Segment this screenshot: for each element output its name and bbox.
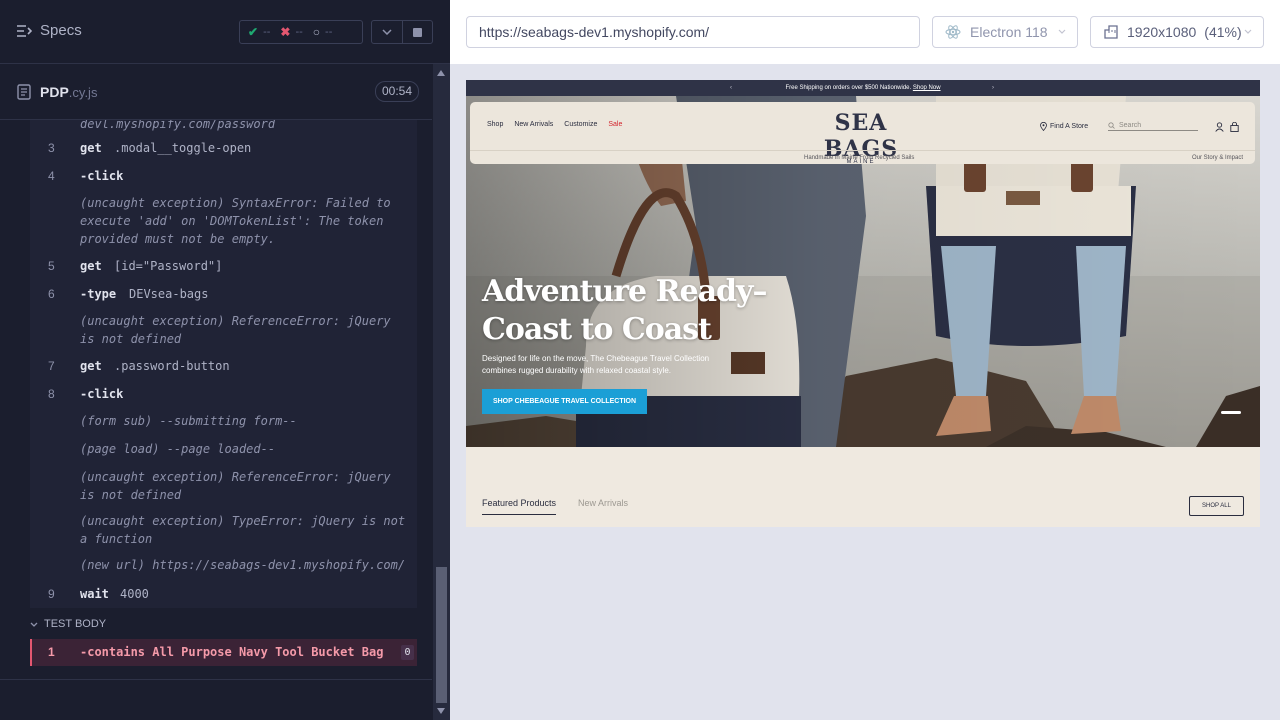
main-nav: Shop New Arrivals Customize Sale — [487, 121, 622, 128]
aut-header: https://seabags-dev1.myshopify.com/ Elec… — [450, 0, 1280, 64]
specs-button[interactable]: Specs — [16, 22, 82, 39]
nav-new-arrivals[interactable]: New Arrivals — [514, 121, 553, 128]
failed-command-row[interactable]: 1 -contains All Purpose Navy Tool Bucket… — [30, 639, 417, 666]
specs-label: Specs — [40, 22, 82, 39]
command-log: devl.myshopify.com/password 3 get .modal… — [30, 120, 417, 608]
shop-all-button[interactable]: SHOP ALL — [1189, 496, 1244, 516]
spec-file-name[interactable]: PDP.cy.js — [40, 84, 97, 100]
passed-stat: ✔ -- — [248, 25, 271, 39]
shop-collection-button[interactable]: SHOP CHEBEAGUE TRAVEL COLLECTION — [482, 389, 647, 414]
chevron-down-icon — [1058, 29, 1066, 34]
stop-button[interactable] — [401, 21, 432, 43]
find-store-link[interactable]: Find A Store — [1040, 122, 1088, 131]
spec-header: PDP.cy.js 00:54 — [0, 64, 432, 120]
chevron-right-icon[interactable]: › — [992, 80, 994, 96]
document-icon — [17, 84, 31, 100]
reporter-header: Specs ✔ -- ✖ -- ○ -- — [0, 0, 450, 64]
expand-button[interactable] — [372, 21, 402, 43]
scrollbar-thumb[interactable] — [436, 567, 447, 703]
search-input[interactable]: Search — [1108, 120, 1198, 131]
cart-bag-icon[interactable] — [1230, 122, 1239, 132]
spec-duration: 00:54 — [375, 81, 420, 102]
viewport-size: 1920x1080 — [1127, 24, 1197, 40]
reporter-scrollbar[interactable] — [433, 64, 450, 720]
chevron-left-icon[interactable]: ‹ — [730, 80, 732, 96]
event-row[interactable]: (uncaught exception) TypeError: jQuery i… — [80, 512, 410, 548]
test-body-header[interactable]: TEST BODY — [30, 618, 106, 630]
account-icon[interactable] — [1215, 122, 1224, 132]
search-icon — [1108, 121, 1115, 129]
header-subbar: Handmade in Maine From Recycled Sails Ou… — [470, 150, 1255, 164]
nav-shop[interactable]: Shop — [487, 121, 503, 128]
event-row[interactable]: (form sub) --submitting form-- — [80, 412, 410, 430]
shop-now-link[interactable]: Shop Now — [913, 85, 941, 91]
tab-featured-products[interactable]: Featured Products — [482, 498, 557, 515]
scroll-up-arrow[interactable] — [437, 70, 445, 76]
browser-selector[interactable]: Electron 118 — [932, 16, 1078, 48]
app-under-test: https://seabags-dev1.myshopify.com/ Elec… — [450, 0, 1280, 720]
cypress-reporter: Specs ✔ -- ✖ -- ○ -- PDP.cy.js 00:54 devl.m… — [0, 0, 450, 720]
event-row[interactable]: (new url) https://seabags-dev1.myshopify… — [80, 556, 410, 574]
url-field[interactable]: https://seabags-dev1.myshopify.com/ — [466, 16, 920, 48]
announcement-bar: ‹ Free Shipping on orders over $500 Nati… — [466, 80, 1260, 96]
website-frame: ‹ Free Shipping on orders over $500 Nati… — [466, 80, 1260, 527]
command-arg-fragment: devl.myshopify.com/password — [80, 120, 276, 131]
site-header: Shop New Arrivals Customize Sale SEA BAG… — [470, 102, 1255, 165]
location-pin-icon — [1040, 122, 1047, 131]
chevron-down-icon — [1244, 29, 1252, 34]
nav-sale[interactable]: Sale — [608, 121, 622, 128]
element-count-badge: 0 — [401, 645, 414, 660]
hero-title: Adventure Ready– Coast to Coast — [482, 274, 767, 347]
nav-customize[interactable]: Customize — [564, 121, 597, 128]
viewport-selector[interactable]: 1920x1080 (41%) — [1090, 16, 1264, 48]
event-row[interactable]: (uncaught exception) SyntaxError: Failed… — [80, 194, 410, 248]
tab-new-arrivals[interactable]: New Arrivals — [578, 498, 628, 515]
check-icon: ✔ — [248, 25, 259, 39]
product-tabs: Featured Products New Arrivals — [482, 498, 628, 515]
test-stats: ✔ -- ✖ -- ○ -- — [239, 20, 363, 44]
scroll-down-arrow[interactable] — [437, 708, 445, 714]
event-row[interactable]: (uncaught exception) ReferenceError: jQu… — [80, 468, 410, 504]
pending-circle-icon: ○ — [312, 25, 321, 39]
event-row[interactable]: (page load) --page loaded-- — [80, 440, 410, 458]
menu-collapse-icon — [17, 24, 32, 37]
pending-stat: ○ -- — [312, 25, 333, 39]
stop-icon — [412, 27, 422, 37]
x-icon: ✖ — [280, 25, 291, 39]
our-story-link[interactable]: Our Story & Impact — [1192, 155, 1243, 161]
run-controls — [371, 20, 433, 44]
carousel-indicator[interactable] — [1221, 411, 1241, 414]
viewport-scale: (41%) — [1204, 24, 1242, 40]
hero-description: Designed for life on the move, The Chebe… — [482, 354, 710, 375]
event-row[interactable]: (uncaught exception) ReferenceError: jQu… — [80, 312, 410, 348]
chevron-down-icon — [30, 622, 38, 627]
ruler-icon — [1104, 25, 1118, 39]
electron-icon — [945, 25, 961, 39]
failed-stat: ✖ -- — [280, 25, 303, 39]
chevron-down-icon — [382, 29, 392, 35]
divider — [0, 679, 432, 680]
